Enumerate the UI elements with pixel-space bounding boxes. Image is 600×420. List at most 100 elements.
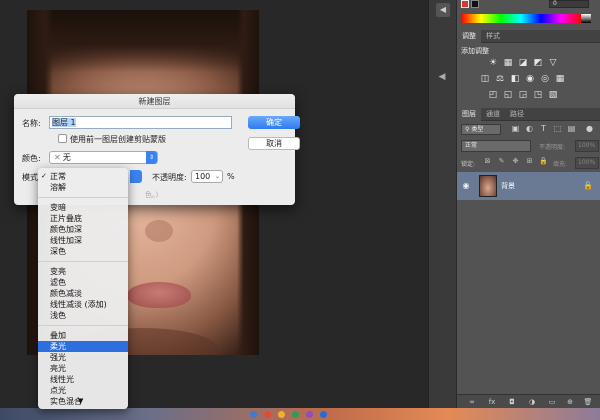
dock-app-icon[interactable] — [292, 411, 299, 418]
dock-app-icon[interactable] — [264, 411, 271, 418]
blend-mode-option[interactable]: 柔光 — [38, 341, 128, 352]
tab-paths[interactable]: 路径 — [505, 108, 529, 121]
filter-type-label: 类型 — [471, 126, 484, 133]
pixel-filter-icon[interactable]: ▣ — [511, 124, 520, 134]
lock-artboard-icon[interactable]: ⊞ — [525, 157, 534, 167]
opacity-select[interactable]: 100 ⌄ — [191, 170, 223, 183]
scroll-down-icon[interactable]: ▼ — [78, 397, 83, 405]
dock-app-icon[interactable] — [278, 411, 285, 418]
color-spectrum[interactable] — [461, 14, 581, 23]
invert-icon[interactable]: ◰ — [487, 90, 499, 101]
photo-filter-icon[interactable]: ◉ — [524, 74, 536, 85]
adjustments-tabbar: 调整 样式 — [457, 30, 600, 43]
layer-name-input[interactable]: 图层 1 — [49, 116, 232, 129]
tab-channels[interactable]: 通道 — [481, 108, 505, 121]
clipping-mask-label[interactable]: 使用前一图层创建剪贴蒙版 — [70, 134, 166, 145]
blend-mode-option[interactable]: 滤色 — [38, 277, 128, 288]
blend-mode-option[interactable]: 亮光 — [38, 363, 128, 374]
percent-label: % — [227, 172, 235, 181]
shape-filter-icon[interactable]: ⬚ — [553, 124, 562, 134]
blend-mode-option[interactable]: 叠加 — [38, 330, 128, 341]
dock-app-icon[interactable] — [320, 411, 327, 418]
black-white-icon[interactable]: ◧ — [509, 74, 521, 85]
fill-field[interactable]: 100% — [575, 157, 599, 169]
link-icon[interactable]: ∞ — [467, 397, 477, 407]
color-balance-icon[interactable]: ⚖ — [494, 74, 506, 85]
color-select-value: 无 — [62, 153, 71, 162]
mask-icon[interactable]: ◘ — [507, 397, 517, 407]
layer-filter-select[interactable]: ⚲ 类型 — [461, 124, 501, 135]
tab-layers[interactable]: 图层 — [457, 108, 481, 121]
blend-mode-option[interactable]: 溶解 — [38, 182, 128, 193]
levels-icon[interactable]: ▦ — [502, 58, 514, 69]
panel-arrow-icon[interactable]: ◀ — [435, 72, 449, 86]
blend-mode-option[interactable]: 线性光 — [38, 374, 128, 385]
blend-mode-option[interactable]: 浅色 — [38, 310, 128, 321]
adjustment-layer-icon[interactable]: ◑ — [527, 397, 537, 407]
dock-app-icon[interactable] — [250, 411, 257, 418]
dock-app-icon[interactable] — [306, 411, 313, 418]
curves-icon[interactable]: ◪ — [517, 58, 529, 69]
tab-adjustments[interactable]: 调整 — [457, 30, 481, 43]
blend-mode-select[interactable]: 正常 — [461, 140, 531, 152]
folder-icon[interactable]: ▭ — [547, 397, 557, 407]
cancel-button[interactable]: 取消 — [248, 137, 300, 150]
color-value-field[interactable]: 0 — [549, 0, 589, 8]
collapse-panels-icon[interactable]: ◀ — [436, 3, 450, 17]
blend-mode-option[interactable]: 变亮 — [38, 266, 128, 277]
spectrum-grayscale[interactable] — [581, 14, 591, 23]
new-layer-icon[interactable]: ⊕ — [565, 397, 575, 407]
exposure-icon[interactable]: ◩ — [532, 58, 544, 69]
adjust-filter-icon[interactable]: ◐ — [525, 124, 534, 134]
lock-position-icon[interactable]: ✥ — [511, 157, 520, 167]
adjustment-icons-row-1: ☀ ▦ ◪ ◩ ▽ — [487, 58, 562, 70]
color-lookup-icon[interactable]: ▦ — [554, 74, 566, 85]
dialog-titlebar[interactable]: 新建图层 — [14, 94, 295, 109]
channel-mixer-icon[interactable]: ◎ — [539, 74, 551, 85]
hint-text: 色。) — [145, 191, 159, 199]
layer-item-background[interactable]: ◉ 背景 🔒 — [457, 172, 600, 200]
blend-mode-option[interactable]: 颜色加深 — [38, 224, 128, 235]
chevron-updown-icon[interactable]: ⇕ — [146, 151, 157, 164]
menu-separator — [38, 261, 128, 262]
hue-saturation-icon[interactable]: ◫ — [479, 74, 491, 85]
vibrance-icon[interactable]: ▽ — [547, 58, 559, 69]
opacity-value: 100 — [195, 172, 211, 181]
blend-mode-option[interactable]: 强光 — [38, 352, 128, 363]
lock-transparent-icon[interactable]: ⊠ — [483, 157, 492, 167]
blend-mode-option[interactable]: 颜色减淡 — [38, 288, 128, 299]
foreground-swatch[interactable] — [461, 0, 469, 8]
blend-mode-option[interactable]: 正常 ✓ — [38, 171, 128, 182]
blend-mode-option[interactable]: 深色 — [38, 246, 128, 257]
trash-icon[interactable]: 🗑 — [583, 397, 593, 407]
posterize-icon[interactable]: ◱ — [502, 90, 514, 101]
blend-mode-option[interactable]: 线性加深 — [38, 235, 128, 246]
blend-mode-option[interactable]: 点光 — [38, 385, 128, 396]
blend-mode-option[interactable]: 变暗 — [38, 202, 128, 213]
eye-icon[interactable]: ◉ — [461, 181, 471, 191]
threshold-icon[interactable]: ◲ — [517, 90, 529, 101]
lock-all-icon[interactable]: 🔒 — [539, 157, 548, 167]
brightness-icon[interactable]: ☀ — [487, 58, 499, 69]
dock-bar — [0, 408, 600, 420]
tab-styles[interactable]: 样式 — [481, 30, 505, 43]
mode-select-arrow[interactable] — [130, 170, 142, 183]
opacity-field[interactable]: 100% — [575, 140, 599, 152]
blend-mode-option[interactable]: 线性减淡 (添加) — [38, 299, 128, 310]
chevron-down-icon: ⌄ — [214, 173, 220, 180]
background-swatch[interactable] — [471, 0, 479, 8]
clipping-mask-checkbox[interactable] — [58, 134, 67, 143]
ok-button[interactable]: 确定 — [248, 116, 300, 129]
blend-mode-option[interactable]: 正片叠底 — [38, 213, 128, 224]
smart-filter-icon[interactable]: ▤ — [567, 124, 576, 134]
layer-name: 背景 — [501, 182, 515, 190]
selective-color-icon[interactable]: ▧ — [547, 90, 559, 101]
type-filter-icon[interactable]: T — [539, 124, 548, 134]
gradient-map-icon[interactable]: ◳ — [532, 90, 544, 101]
opacity-label: 不透明度: — [539, 144, 566, 151]
filter-toggle-icon[interactable]: ● — [585, 124, 594, 134]
fx-icon[interactable]: fx — [487, 397, 497, 407]
blend-mode-menu: 正常 ✓ 溶解变暗 正片叠底 颜色加深 线性加深 深色变亮 滤色 颜色减淡 线性减淡 (添加) 浅色… — [38, 168, 128, 409]
color-select[interactable]: ✕ 无 ⇕ — [49, 151, 158, 164]
lock-pixels-icon[interactable]: ✎ — [497, 157, 506, 167]
